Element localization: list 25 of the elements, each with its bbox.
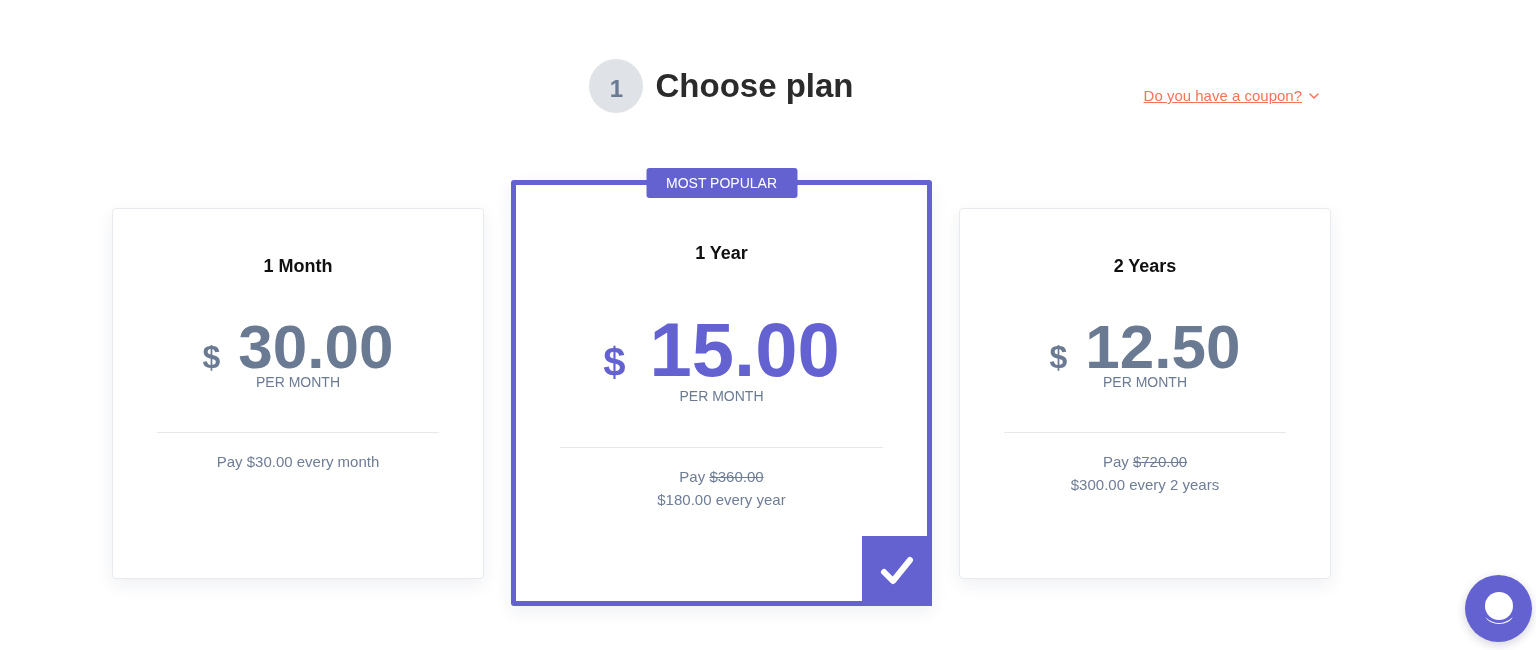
billing-text: Pay $30.00 every month	[216, 452, 380, 473]
plan-badge: MOST POPULAR	[646, 168, 797, 198]
billing-text: Pay $360.00	[678, 467, 765, 488]
billing-text: $180.00 every year	[657, 490, 786, 511]
step-number: 1	[589, 59, 644, 113]
plan-card[interactable]: 1 Month $ 30.00 PER MONTH Pay $30.00 every month	[112, 207, 484, 579]
billing-text: Pay $720.00	[1101, 452, 1189, 473]
price-period: PER MONTH	[1103, 374, 1187, 391]
plan-name: 2 Years	[1113, 254, 1177, 278]
price-amount: 30.00	[238, 318, 394, 375]
price-period: PER MONTH	[256, 374, 340, 391]
plan-name: 1 Month	[263, 254, 333, 278]
price-amount: 15.00	[649, 316, 840, 385]
page-title: Choose plan	[655, 66, 854, 106]
plan-card[interactable]: 2 Years $ 12.50 PER MONTH Pay $720.00 $300.00 every 2 years	[959, 207, 1331, 579]
price-amount: 12.50	[1085, 318, 1241, 375]
chat-button[interactable]	[1465, 575, 1532, 642]
check-icon	[862, 536, 932, 606]
billing-text: $300.00 every 2 years	[1070, 475, 1220, 496]
currency-symbol: $	[1049, 342, 1068, 372]
currency-symbol: $	[603, 344, 626, 380]
chevron-icon	[1309, 93, 1319, 99]
currency-symbol: $	[202, 342, 221, 372]
price-period: PER MONTH	[679, 388, 764, 405]
plan-name: 1 Year	[695, 242, 748, 265]
